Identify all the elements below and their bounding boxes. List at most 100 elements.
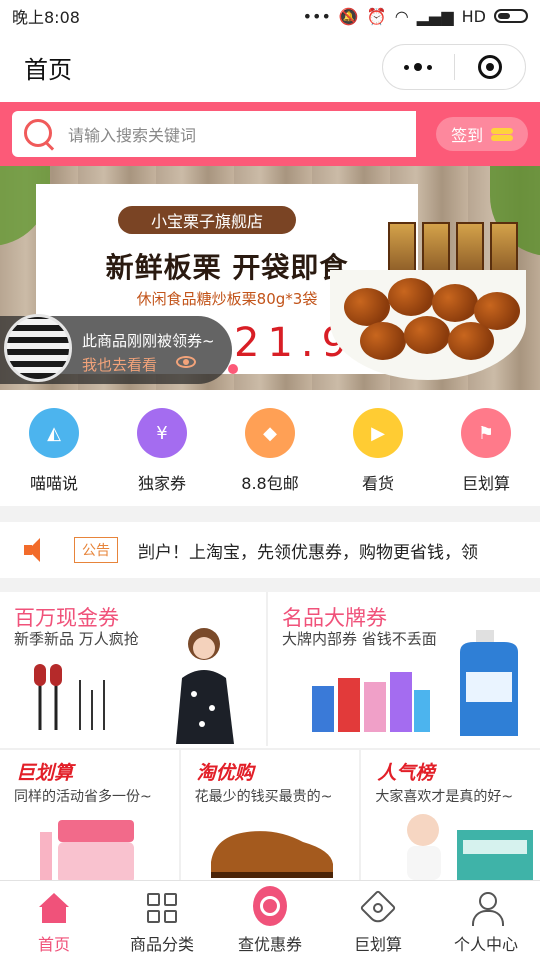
battery-icon [494,9,528,23]
baby-diaper-image [407,814,534,880]
bottom-tab-bar: 首页 商品分类 查优惠券 巨划算 个人中心 [0,880,540,960]
chestnut-image [432,284,478,322]
diamond-icon: ◆ [245,408,295,458]
status-time: 晚上8:08 [12,8,80,27]
coupon-toast[interactable]: 此商品刚刚被领券~ 我也去看看 [0,314,232,384]
cat-icon: ◭ [29,408,79,458]
notice-badge: 公告 [74,537,118,563]
nav-bar: 首页 [0,32,540,102]
woman-model-image [176,628,234,744]
speaker-icon [24,538,46,562]
tab-coupon-search[interactable]: 查优惠券 [216,881,324,960]
search-icon [22,117,56,151]
chestnut-image [360,322,406,360]
video-icon: ▶ [353,408,403,458]
pager-dot[interactable] [300,364,310,374]
detergent-bottle-image [460,630,518,736]
promo-subtitle: 同样的活动省多一份~ [14,789,152,805]
promo-subtitle: 大牌内部券 省钱不丢面 [282,630,437,648]
toast-action: 我也去看看 [82,356,158,374]
shortcut-label: 8.8包邮 [241,474,299,493]
page-title: 首页 [24,55,72,84]
chestnut-image [344,288,390,326]
tab-label: 商品分类 [129,935,194,954]
alarm-icon: ⏰ [366,6,387,26]
earphones-image [34,664,105,730]
mute-icon: 🔕 [338,6,359,26]
wifi-icon: ◠ [394,6,409,26]
coin-icon [491,126,514,142]
flag-icon: ⚑ [461,408,511,458]
shortcut-label: 喵喵说 [29,474,78,493]
coupon-icon: ¥ [137,408,187,458]
miniprogram-capsule [382,44,526,90]
banner-pager [228,364,310,374]
status-bar: 晚上8:08 ••• 🔕 ⏰ ◠ ▂▄▆ HD [0,0,540,32]
price-tag-icon [359,889,397,927]
promo-title: 淘优购 [196,762,254,784]
search-band: 请输入搜索关键词 签到 [0,102,540,166]
tab-profile[interactable]: 个人中心 [432,881,540,960]
promo-card-brand-coupon[interactable]: 名品大牌券 大牌内部券 省钱不丢面 [266,592,534,746]
tab-label: 查优惠券 [237,935,302,954]
tab-home[interactable]: 首页 [0,881,108,960]
eye-icon [176,356,196,368]
promo-title: 巨划算 [16,762,74,784]
shop-name: 小宝栗子旗舰店 [118,206,296,234]
announcement-bar[interactable]: 公告 剀户！上淘宝，先领优惠券，购物更省钱，领 [0,522,540,578]
promo-card-smart-buy[interactable]: 淘优购 花最少的钱买最贵的~ [181,750,362,884]
shortcut-grid: ◭ 喵喵说 ¥ 独家券 ◆ 8.8包邮 ▶ 看货 ⚑ 巨划算 [0,390,540,506]
shortcut-item[interactable]: ◭ 喵喵说 [0,390,108,506]
shortcut-label: 看货 [361,474,394,493]
promo-banner[interactable]: 小宝栗子旗舰店 新鲜板栗 开袋即食 休闲食品糖炒板栗80g*3袋 21.9 此商… [0,166,540,390]
category-grid-icon [147,893,177,923]
search-placeholder: 请输入搜索关键词 [68,126,197,145]
leather-shoe-image [210,831,333,878]
chestnut-image [448,322,494,360]
tab-categories[interactable]: 商品分类 [108,881,216,960]
avatar [4,314,72,382]
app-page: 晚上8:08 ••• 🔕 ⏰ ◠ ▂▄▆ HD 首页 请输入搜索关键词 签到 小… [0,0,540,960]
search-icon [253,886,287,926]
user-icon [471,892,504,926]
shortcut-label: 独家券 [137,474,186,493]
close-miniprogram-button[interactable] [455,45,526,89]
notice-text: 剀户！上淘宝，先领优惠券，购物更省钱，领 [138,542,478,563]
shortcut-item[interactable]: ▶ 看货 [324,390,432,506]
more-dots-icon [404,63,433,71]
promo-subtitle: 花最少的钱买最贵的~ [194,789,333,805]
more-button[interactable] [383,45,454,89]
search-input[interactable]: 请输入搜索关键词 [12,111,417,157]
pager-dot[interactable] [228,364,238,374]
chestnut-image [404,316,450,354]
promo-card-popular-list[interactable]: 人气榜 大家喜欢才是真的好~ [361,750,540,884]
signal-icon: ▂▄▆ [416,6,454,26]
pager-dot[interactable] [252,364,262,374]
promo-card-great-deal[interactable]: 巨划算 同样的活动省多一份~ [0,750,181,884]
promo-subtitle: 大家喜欢才是真的好~ [375,789,514,805]
shortcut-item[interactable]: ⚑ 巨划算 [432,390,540,506]
shortcut-item[interactable]: ◆ 8.8包邮 [216,390,324,506]
more-dots-icon: ••• [302,6,331,26]
network-label: HD [461,6,486,26]
home-icon [39,893,69,923]
promo-section: 百万现金券 新季新品 万人疯抢 名品大牌券 大牌内部券 省钱不丢面 巨划算 同样… [0,592,540,884]
toast-message: 此商品刚刚被领券~ [82,332,215,350]
status-icons: ••• 🔕 ⏰ ◠ ▂▄▆ HD [303,7,528,26]
chestnut-image [388,278,434,316]
promo-subtitle: 新季新品 万人疯抢 [14,630,139,648]
tab-label: 巨划算 [353,935,402,954]
signin-label: 签到 [451,126,484,145]
toothpaste-products-image [312,672,430,732]
tab-label: 首页 [37,935,70,954]
tab-label: 个人中心 [453,935,518,954]
shortcut-item[interactable]: ¥ 独家券 [108,390,216,506]
promo-row: 巨划算 同样的活动省多一份~ 淘优购 花最少的钱买最贵的~ 人气榜 大家喜欢才是… [0,748,540,884]
target-icon [477,55,502,79]
promo-title: 人气榜 [377,762,435,784]
shortcut-label: 巨划算 [461,474,510,493]
tab-great-deal[interactable]: 巨划算 [324,881,432,960]
pager-dot[interactable] [276,364,286,374]
signin-button[interactable]: 签到 [436,117,528,151]
promo-card-cash-coupon[interactable]: 百万现金券 新季新品 万人疯抢 [0,592,268,746]
